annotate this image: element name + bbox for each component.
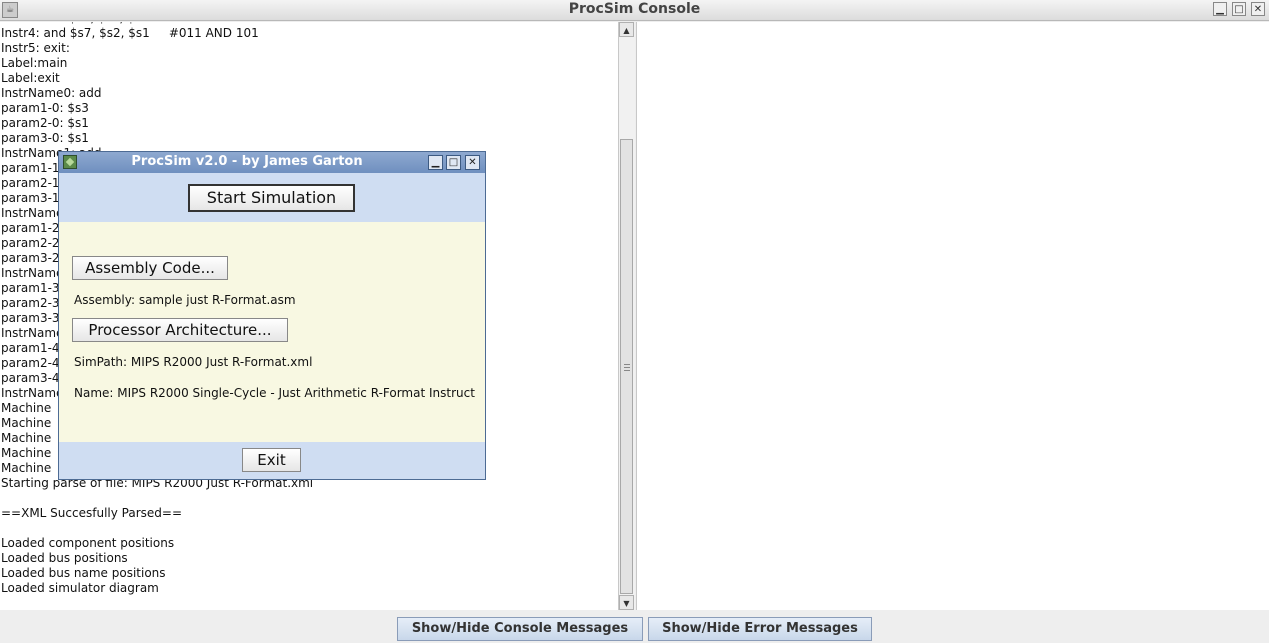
console-line: Loaded component positions xyxy=(1,536,175,550)
maximize-icon[interactable]: □ xyxy=(1232,2,1246,16)
procsim-dialog: ProcSim v2.0 - by James Garton ▁ □ ✕ Sta… xyxy=(58,151,486,480)
processor-architecture-button[interactable]: Processor Architecture... xyxy=(72,318,288,342)
dialog-config-panel: Assembly Code... Assembly: sample just R… xyxy=(59,222,485,442)
dialog-titlebar[interactable]: ProcSim v2.0 - by James Garton ▁ □ ✕ xyxy=(59,152,485,173)
console-line: InstrName0: add xyxy=(1,86,102,100)
console-line: param2-0: $s1 xyxy=(1,116,89,130)
console-line: param3-0: $s1 xyxy=(1,131,89,145)
scroll-down-icon[interactable]: ▼ xyxy=(619,595,634,610)
dialog-footer-panel: Exit xyxy=(59,442,485,479)
console-line: Label:exit xyxy=(1,71,60,85)
start-simulation-button[interactable]: Start Simulation xyxy=(188,184,355,212)
thumb-grip xyxy=(624,370,630,371)
console-line: param1-0: $s3 xyxy=(1,101,89,115)
dialog-maximize-icon[interactable]: □ xyxy=(446,155,461,170)
thumb-grip xyxy=(624,367,630,368)
architecture-name-label: Name: MIPS R2000 Single-Cycle - Just Ari… xyxy=(74,386,475,400)
dialog-header-panel: Start Simulation xyxy=(59,173,485,223)
scroll-thumb[interactable] xyxy=(620,139,633,594)
console-line: Loaded simulator diagram xyxy=(1,581,159,595)
show-hide-console-button[interactable]: Show/Hide Console Messages xyxy=(397,617,643,641)
close-icon[interactable]: ✕ xyxy=(1251,2,1265,16)
scroll-up-icon[interactable]: ▲ xyxy=(619,22,634,37)
assembly-code-button[interactable]: Assembly Code... xyxy=(72,256,228,280)
console-scrollbar[interactable]: ▲ ▼ xyxy=(618,22,635,610)
error-messages-pane[interactable] xyxy=(636,22,1269,610)
exit-button[interactable]: Exit xyxy=(242,448,301,472)
window-title: ProcSim Console xyxy=(568,1,701,17)
console-line: Loaded bus name positions xyxy=(1,566,166,580)
bottom-button-bar: Show/Hide Console Messages Show/Hide Err… xyxy=(0,611,1269,643)
console-line: Loaded bus positions xyxy=(1,551,128,565)
console-line: Label:main xyxy=(1,56,68,70)
window-titlebar: ☕ ProcSim Console ▁ □ ✕ xyxy=(0,0,1269,21)
dialog-title: ProcSim v2.0 - by James Garton xyxy=(131,154,363,169)
console-line: Instr5: exit: xyxy=(1,41,70,55)
show-hide-error-button[interactable]: Show/Hide Error Messages xyxy=(648,617,872,641)
simpath-label: SimPath: MIPS R2000 Just R-Format.xml xyxy=(74,355,313,369)
dialog-close-icon[interactable]: ✕ xyxy=(465,155,480,170)
dialog-minimize-icon[interactable]: ▁ xyxy=(428,155,443,170)
console-line: Instr4: and $s7, $s2, $s1 #011 AND 101 xyxy=(1,26,259,40)
thumb-grip xyxy=(624,364,630,365)
console-line: ==XML Succesfully Parsed== xyxy=(1,506,182,520)
minimize-icon[interactable]: ▁ xyxy=(1213,2,1227,16)
assembly-file-label: Assembly: sample just R-Format.asm xyxy=(74,293,296,307)
